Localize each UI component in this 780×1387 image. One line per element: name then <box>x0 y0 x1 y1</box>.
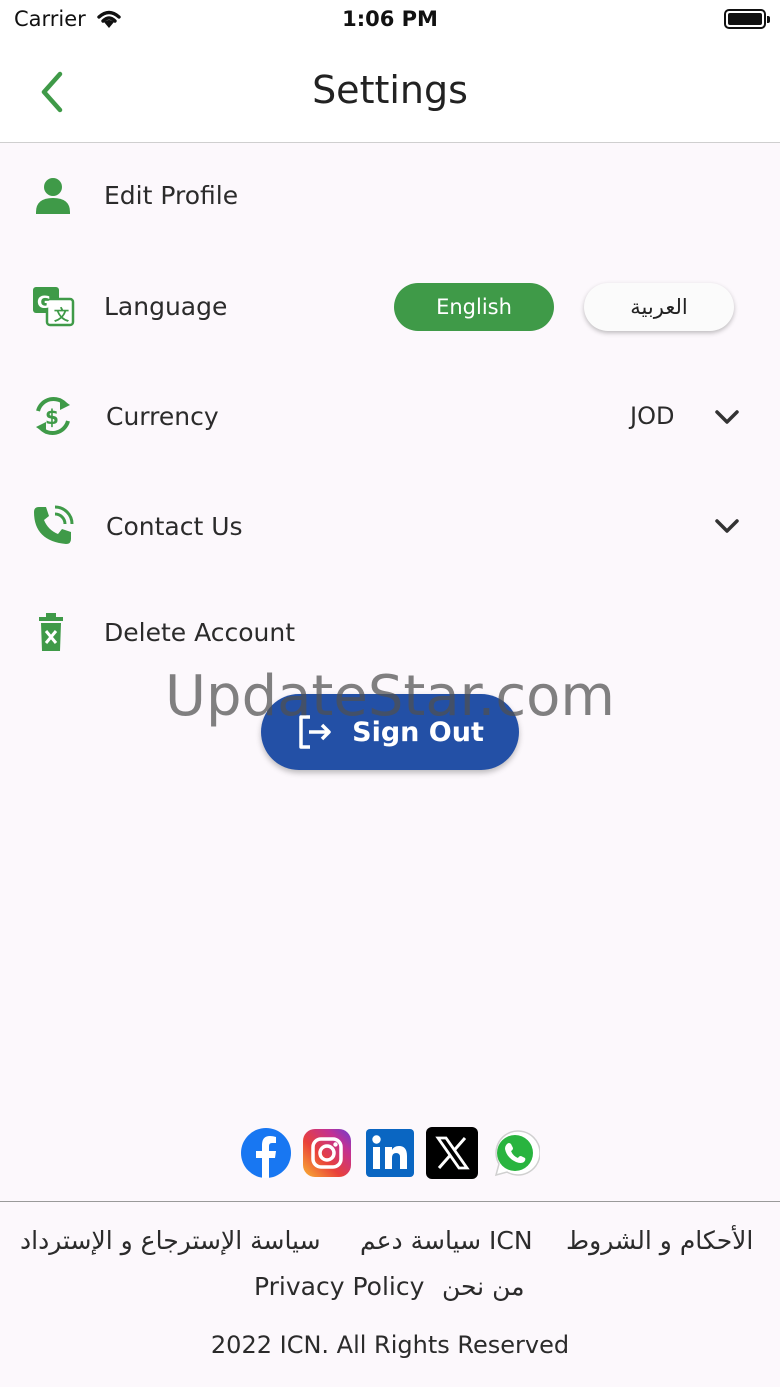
person-icon <box>36 178 70 214</box>
svg-text:G: G <box>37 293 51 313</box>
currency-value[interactable]: JOD <box>630 402 674 430</box>
copyright-text: 2022 ICN. All Rights Reserved <box>210 1331 570 1359</box>
chevron-down-icon[interactable] <box>712 511 742 541</box>
contact-us-row[interactable]: Contact Us <box>0 481 780 571</box>
currency-exchange-icon: $ <box>36 397 70 435</box>
svg-text:$: $ <box>45 405 59 429</box>
about-us-link[interactable]: من نحن <box>442 1272 525 1301</box>
phone-icon <box>34 505 74 544</box>
logout-icon <box>299 715 331 749</box>
sign-out-label: Sign Out <box>352 716 484 748</box>
edit-profile-label: Edit Profile <box>104 181 239 210</box>
page-title: Settings <box>312 68 468 112</box>
svg-text:文: 文 <box>54 306 70 324</box>
delete-account-row[interactable]: Delete Account <box>0 589 780 679</box>
instagram-icon[interactable] <box>301 1127 353 1179</box>
arabic-language-button[interactable]: العربية <box>584 283 734 331</box>
x-icon[interactable] <box>426 1127 478 1179</box>
edit-profile-row[interactable]: Edit Profile <box>0 152 780 242</box>
nav-bar: Settings <box>0 40 780 143</box>
translate-icon: G 文 <box>33 287 75 327</box>
contact-us-label: Contact Us <box>106 512 243 541</box>
battery-icon <box>724 9 770 29</box>
delete-account-label: Delete Account <box>104 618 296 647</box>
support-policy-link[interactable]: ICN سياسة دعم <box>360 1226 533 1255</box>
currency-label: Currency <box>106 402 219 431</box>
whatsapp-icon[interactable] <box>488 1127 540 1179</box>
footer-divider <box>0 1201 780 1202</box>
trash-icon <box>39 613 63 651</box>
terms-link[interactable]: الأحكام و الشروط <box>566 1226 753 1255</box>
sign-out-button[interactable]: Sign Out <box>261 694 519 770</box>
english-language-button[interactable]: English <box>394 283 554 331</box>
refund-policy-link[interactable]: سياسة الإسترجاع و الإسترداد <box>20 1226 321 1255</box>
facebook-icon[interactable] <box>240 1127 292 1179</box>
privacy-policy-link[interactable]: Privacy Policy <box>254 1272 424 1301</box>
linkedin-icon[interactable] <box>364 1127 416 1179</box>
chevron-down-icon[interactable] <box>712 402 742 432</box>
status-time: 1:06 PM <box>342 7 438 31</box>
language-label: Language <box>104 292 228 321</box>
status-bar: Carrier 1:06 PM <box>0 0 780 40</box>
